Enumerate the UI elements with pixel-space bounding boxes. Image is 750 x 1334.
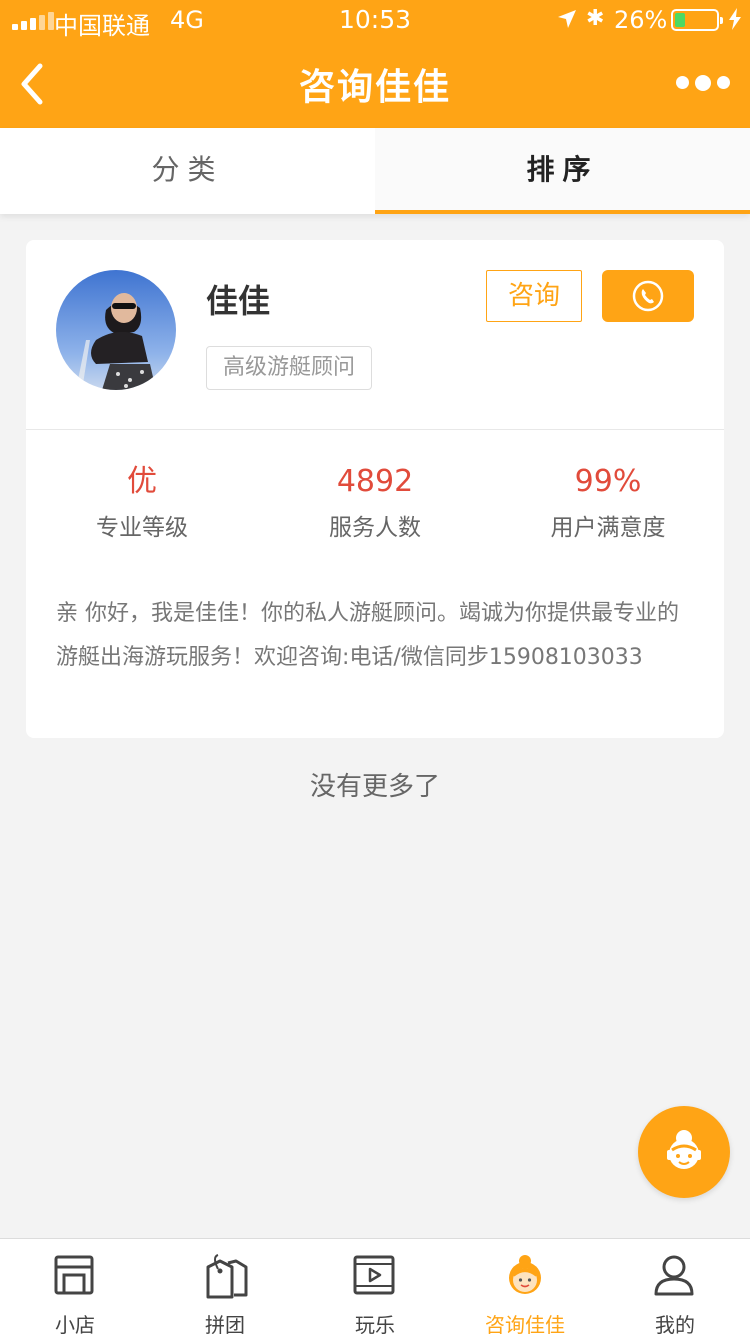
consultant-name: 佳佳: [206, 282, 271, 320]
tab-active-indicator: [375, 210, 750, 214]
stat-professional-level: 优 专业等级: [26, 460, 258, 542]
list-end-text: 没有更多了: [309, 772, 440, 802]
location-arrow-icon: [558, 10, 576, 28]
consultant-icon: [509, 1255, 541, 1294]
tab-sort[interactable]: 排序: [375, 128, 750, 214]
bluetooth-icon: ✱: [586, 6, 605, 31]
bottom-nav-play[interactable]: 玩乐: [300, 1239, 450, 1334]
store-icon: [54, 1255, 94, 1295]
bottom-nav-store[interactable]: 小店: [0, 1239, 150, 1334]
bottom-nav-label: 咨询佳佳: [485, 1313, 565, 1334]
customer-service-fab[interactable]: [638, 1106, 730, 1198]
stat-served-count: 4892 服务人数: [259, 460, 491, 542]
bottom-nav-label: 玩乐: [355, 1313, 395, 1334]
video-play-icon: [353, 1255, 395, 1295]
stat-satisfaction: 99% 用户满意度: [492, 460, 724, 542]
battery-percent: 26%: [614, 6, 668, 34]
stat-label: 服务人数: [329, 515, 421, 541]
tags-icon: [206, 1254, 248, 1299]
bottom-nav-group-buy[interactable]: 拼团: [150, 1239, 300, 1334]
consultant-intro: 亲 你好，我是佳佳！你的私人游艇顾问。竭诚为你提供最专业的游艇出海游玩服务！欢迎…: [56, 601, 679, 670]
consult-button[interactable]: 咨询: [486, 270, 582, 322]
avatar: [56, 270, 176, 390]
stat-value: 优: [127, 464, 157, 499]
more-dots-icon[interactable]: [676, 74, 730, 91]
stat-label: 用户满意度: [550, 515, 666, 541]
tab-label: 分类: [151, 153, 224, 186]
charging-bolt-icon: [729, 8, 741, 30]
page-title: 咨询佳佳: [298, 67, 451, 108]
bottom-nav-label: 小店: [55, 1313, 95, 1334]
tab-bar: 分类 排序: [0, 128, 750, 214]
battery-icon: [671, 9, 723, 31]
stat-value: 4892: [336, 464, 414, 499]
bottom-nav-label: 我的: [655, 1313, 695, 1334]
consultant-card[interactable]: 佳佳 高级游艇顾问 咨询 优 专业等级 4892 服务人数 99% 用户满意度 …: [26, 240, 724, 738]
top-bar: 中国联通 4G 10:53 ✱ 26% 咨询佳佳: [0, 0, 750, 128]
phone-icon: [632, 280, 664, 312]
phone-call-button[interactable]: [602, 270, 694, 322]
stat-label: 专业等级: [96, 515, 188, 541]
title-badge: 高级游艇顾问: [206, 346, 373, 390]
bottom-nav-consult[interactable]: 咨询佳佳: [450, 1239, 600, 1334]
tab-category[interactable]: 分类: [0, 128, 375, 214]
bottom-nav-label: 拼团: [205, 1313, 245, 1334]
bottom-nav-me[interactable]: 我的: [600, 1239, 750, 1334]
stat-value: 99%: [574, 464, 642, 499]
bottom-nav: 小店 拼团 玩乐 咨询佳佳 我的: [0, 1238, 750, 1334]
user-icon: [654, 1255, 694, 1296]
status-bar: 中国联通 4G 10:53 ✱ 26%: [0, 0, 750, 40]
tab-label: 排序: [526, 153, 599, 186]
divider: [26, 429, 724, 430]
customer-service-icon: [667, 1130, 701, 1169]
